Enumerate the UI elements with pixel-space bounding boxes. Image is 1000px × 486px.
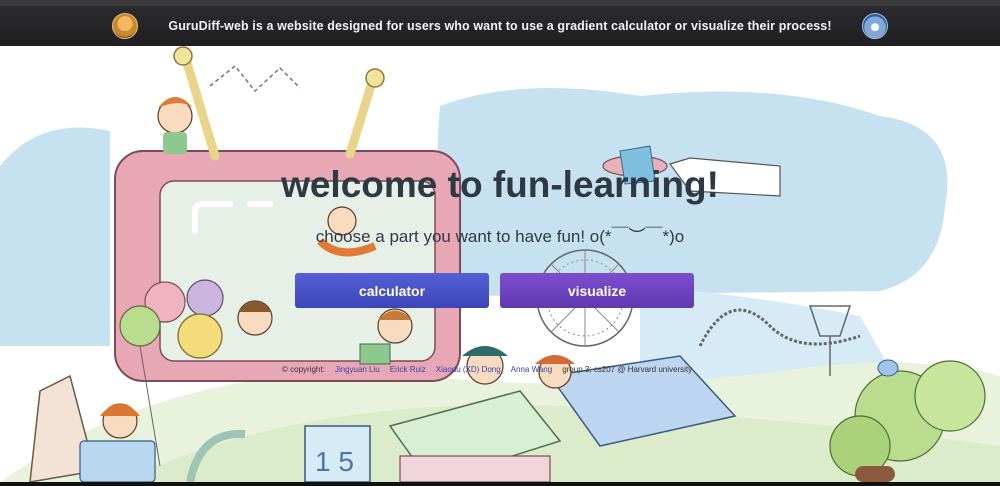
author-link[interactable]: Xiaodu (XD) Dong bbox=[436, 365, 501, 374]
author-link[interactable]: Anna Wang bbox=[511, 365, 553, 374]
page-subtitle: choose a part you want to have fun! o(*￣… bbox=[315, 227, 685, 246]
banner-text: GuruDiff-web is a website designed for u… bbox=[168, 19, 832, 33]
globe-avatar-icon[interactable] bbox=[861, 13, 888, 39]
author-link[interactable]: Erick Ruiz bbox=[390, 365, 426, 374]
visualize-button[interactable]: visualize bbox=[500, 273, 694, 308]
copyright-label: © copyright: bbox=[282, 365, 325, 374]
bottom-edge bbox=[0, 482, 1000, 486]
welcome-content: welcome to fun-learning! choose a part y… bbox=[0, 46, 1000, 482]
top-banner: GuruDiff-web is a website designed for u… bbox=[0, 0, 1000, 46]
calculator-button[interactable]: calculator bbox=[295, 273, 489, 308]
page-title: welcome to fun-learning! bbox=[281, 164, 719, 205]
user-avatar-icon[interactable] bbox=[112, 13, 139, 39]
hero-stage: 1 5 welcome to fun-learning! choose a pa… bbox=[0, 46, 1000, 482]
copyright-footer: © copyright: Jingyuan Liu Erick Ruiz Xia… bbox=[282, 365, 692, 374]
author-link[interactable]: Jingyuan Liu bbox=[335, 365, 380, 374]
group-label: group 3; cs207 @ Harvard university bbox=[562, 365, 693, 374]
